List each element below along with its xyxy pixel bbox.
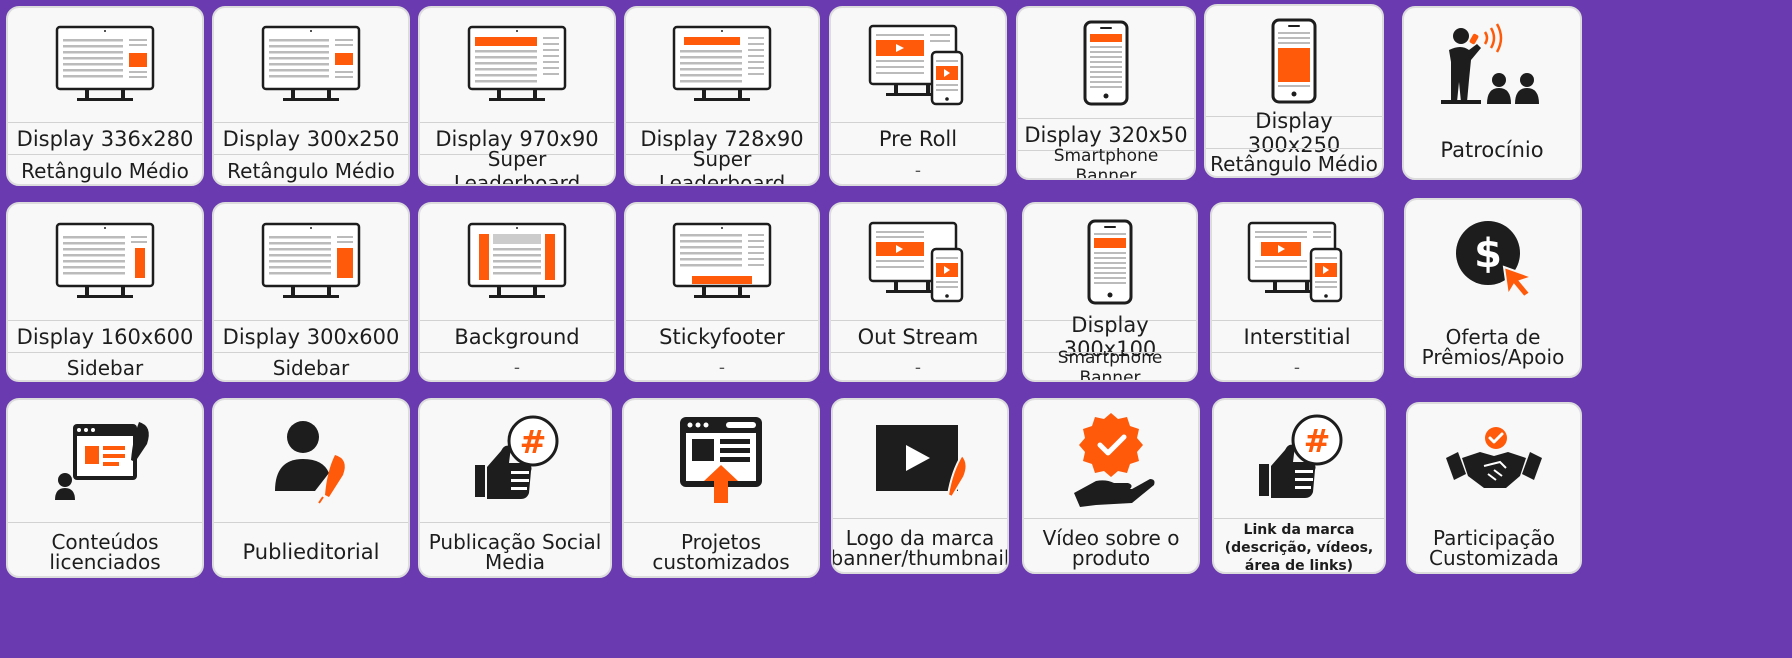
card-subtitle: Super Leaderboard <box>658 147 786 186</box>
smartphone-icon <box>1024 204 1196 320</box>
card-title: Display 300x600 <box>222 325 400 349</box>
card-title: Stickyfooter <box>659 325 785 349</box>
desktop-monitor-icon <box>8 204 202 320</box>
ad-card-display-300x250[interactable]: Display 300x250 Retângulo Médio <box>212 6 410 186</box>
browser-upload-icon <box>624 400 818 520</box>
content-card-logo-da-marca[interactable]: Logo da marca (banner/thumbnail) <box>831 398 1009 574</box>
desktop-monitor-icon <box>626 8 818 122</box>
ad-card-display-320x50[interactable]: Display 320x50 Smartphone Banner <box>1016 6 1196 180</box>
ad-card-display-300x100[interactable]: Display 300x100 Smartphone Banner <box>1022 202 1198 382</box>
content-card-link-da-marca[interactable]: # Link da marca (descrição, vídeos, área… <box>1212 398 1386 574</box>
smartphone-icon <box>1018 8 1194 118</box>
card-title: Display 300x250 <box>1247 109 1341 157</box>
thumbs-up-hashtag-icon: # <box>1214 400 1384 518</box>
content-card-conteudos-licenciados[interactable]: Conteúdos licenciados <box>6 398 204 578</box>
handshake-check-icon <box>1408 404 1580 518</box>
card-title: Interstitial <box>1243 325 1351 349</box>
content-card-publieditorial[interactable]: Publieditorial <box>212 398 410 578</box>
card-title: Background <box>454 325 580 349</box>
ad-card-out-stream[interactable]: Out Stream - <box>829 202 1007 382</box>
ad-card-stickyfooter[interactable]: Stickyfooter - <box>624 202 820 382</box>
content-card-projetos-customizados[interactable]: Projetos customizados <box>622 398 820 578</box>
card-title: Participação Customizada <box>1429 526 1559 570</box>
card-subtitle: Super Leaderboard <box>453 147 581 186</box>
ad-card-display-300x600[interactable]: Display 300x600 Sidebar <box>212 202 410 382</box>
card-title: Pre Roll <box>878 127 958 151</box>
card-subtitle: - <box>914 358 922 378</box>
ad-card-display-970x90[interactable]: Display 970x90 Super Leaderboard <box>418 6 616 186</box>
card-title: Vídeo sobre o produto <box>1042 526 1180 570</box>
svg-text:#: # <box>1304 422 1331 460</box>
ad-card-pre-roll[interactable]: Pre Roll - <box>829 6 1007 186</box>
monitor-phone-video-icon <box>831 204 1005 320</box>
ad-card-interstitial[interactable]: Interstitial - <box>1210 202 1384 382</box>
ad-card-display-160x600[interactable]: Display 160x600 Sidebar <box>6 202 204 382</box>
desktop-monitor-icon <box>214 204 408 320</box>
card-title: Logo da marca (banner/thumbnail) <box>831 526 1009 570</box>
card-subtitle: Smartphone Banner <box>1053 146 1159 180</box>
card-subtitle: Sidebar <box>272 356 350 380</box>
desktop-monitor-icon <box>626 204 818 320</box>
licensed-content-icon <box>8 400 202 520</box>
dollar-cursor-icon: $ <box>1406 200 1580 316</box>
card-subtitle: Sidebar <box>66 356 144 380</box>
card-title: Oferta de Prêmios/Apoio <box>1421 325 1565 369</box>
card-subtitle: Retângulo Médio <box>227 159 395 183</box>
video-quill-icon <box>833 400 1007 518</box>
card-title: Publieditorial <box>242 540 380 564</box>
ad-card-background[interactable]: Background - <box>418 202 616 382</box>
content-card-participacao-customizada[interactable]: Participação Customizada <box>1406 402 1582 574</box>
person-quill-icon <box>214 400 408 520</box>
card-subtitle: - <box>718 358 726 378</box>
card-title: Projetos customizados <box>652 530 790 574</box>
card-title: Link da marca (descrição, vídeos, área d… <box>1224 522 1374 574</box>
content-card-video-produto[interactable]: Vídeo sobre o produto <box>1022 398 1200 574</box>
ad-card-display-336x280[interactable]: Display 336x280 Retângulo Médio <box>6 6 204 186</box>
card-title: Publicação Social Media <box>428 530 602 574</box>
card-title: Out Stream <box>857 325 979 349</box>
card-subtitle: - <box>1293 358 1301 378</box>
card-title: Conteúdos licenciados <box>49 530 161 574</box>
desktop-monitor-icon <box>420 204 614 320</box>
desktop-monitor-icon <box>214 8 408 122</box>
card-subtitle: - <box>513 358 521 378</box>
smartphone-icon <box>1206 6 1382 116</box>
content-card-publicacao-social[interactable]: # Publicação Social Media <box>418 398 612 578</box>
ad-card-patrocinio[interactable]: Patrocínio <box>1402 6 1582 180</box>
ad-card-display-300x250-mobile[interactable]: Display 300x250 Retângulo Médio <box>1204 4 1384 178</box>
desktop-monitor-icon <box>8 8 202 122</box>
card-title: Display 160x600 <box>16 325 194 349</box>
svg-text:$: $ <box>1474 231 1502 277</box>
card-subtitle: Retângulo Médio <box>21 159 189 183</box>
card-subtitle: Smartphone Banner <box>1057 348 1163 382</box>
desktop-monitor-icon <box>420 8 614 122</box>
svg-text:#: # <box>520 423 547 461</box>
monitor-phone-video-icon <box>1212 204 1382 320</box>
thumbs-up-hashtag-icon: # <box>420 400 610 520</box>
card-title: Display 336x280 <box>16 127 194 151</box>
monitor-phone-video-icon <box>831 8 1005 122</box>
hand-badge-icon <box>1024 400 1198 518</box>
ad-card-oferta-premios[interactable]: $ Oferta de Prêmios/Apoio <box>1404 198 1582 378</box>
card-subtitle: - <box>914 161 922 181</box>
card-title: Patrocínio <box>1440 138 1544 162</box>
ad-card-display-728x90[interactable]: Display 728x90 Super Leaderboard <box>624 6 820 186</box>
speaker-audience-icon <box>1404 8 1580 120</box>
card-title: Display 300x250 <box>222 127 400 151</box>
card-subtitle: Retângulo Médio <box>1210 152 1378 176</box>
